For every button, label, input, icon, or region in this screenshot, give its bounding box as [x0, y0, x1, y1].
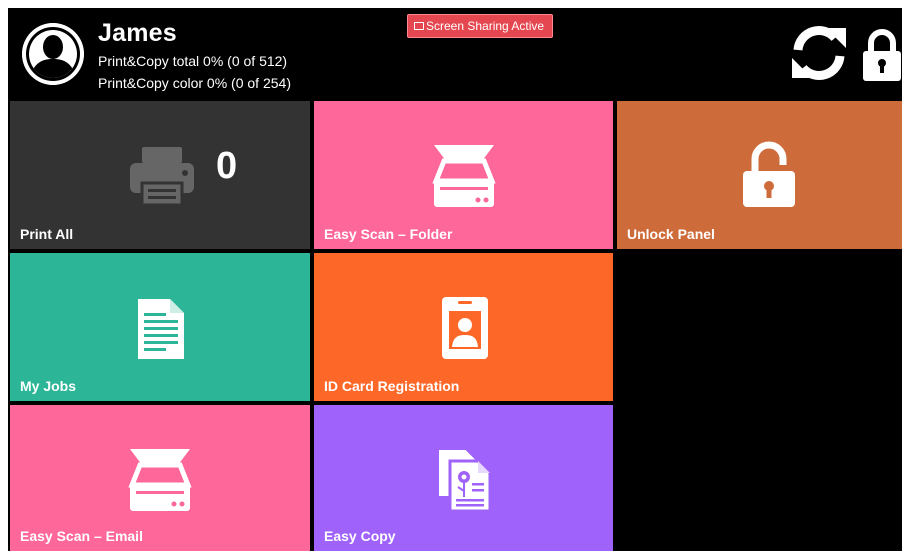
user-name: James	[98, 19, 177, 47]
tile-label: Easy Copy	[324, 528, 396, 544]
copy-documents-icon	[437, 448, 492, 513]
tile-print-all[interactable]: 0 Print All	[10, 101, 310, 249]
tile-label: My Jobs	[20, 378, 77, 394]
tile-label: ID Card Registration	[324, 378, 460, 394]
tile-easy-scan-email[interactable]: Easy Scan – Email	[10, 405, 310, 551]
empty-panel	[617, 253, 902, 551]
scanner-icon	[128, 449, 192, 511]
document-icon	[138, 299, 184, 359]
refresh-icon[interactable]	[788, 22, 850, 84]
quota-total-text: Print&Copy total 0% (0 of 512)	[98, 53, 288, 69]
header-bar: James Print&Copy total 0% (0 of 512) Pri…	[8, 8, 902, 100]
tile-easy-scan-folder[interactable]: Easy Scan – Folder	[314, 101, 613, 249]
terminal-screen: James Print&Copy total 0% (0 of 512) Pri…	[8, 8, 902, 551]
tile-label: Easy Scan – Folder	[324, 226, 453, 242]
monitor-icon	[414, 22, 424, 30]
quota-color-text: Print&Copy color 0% (0 of 254)	[98, 75, 291, 91]
screen-sharing-label: Screen Sharing Active	[426, 19, 545, 33]
lock-icon[interactable]	[862, 28, 902, 82]
user-avatar-icon	[22, 23, 84, 85]
tile-unlock-panel[interactable]: Unlock Panel	[617, 101, 902, 249]
tile-label: Print All	[20, 226, 74, 242]
print-jobs-count: 0	[216, 145, 238, 187]
scanner-icon	[432, 145, 496, 207]
tile-easy-copy[interactable]: Easy Copy	[314, 405, 613, 551]
printer-icon	[130, 147, 194, 207]
tile-id-card-registration[interactable]: ID Card Registration	[314, 253, 613, 401]
unlocked-padlock-icon	[743, 141, 795, 207]
id-card-icon	[442, 297, 488, 359]
tile-my-jobs[interactable]: My Jobs	[10, 253, 310, 401]
tile-label: Unlock Panel	[627, 226, 715, 242]
screen-sharing-badge: Screen Sharing Active	[407, 14, 554, 38]
tile-label: Easy Scan – Email	[20, 528, 143, 544]
